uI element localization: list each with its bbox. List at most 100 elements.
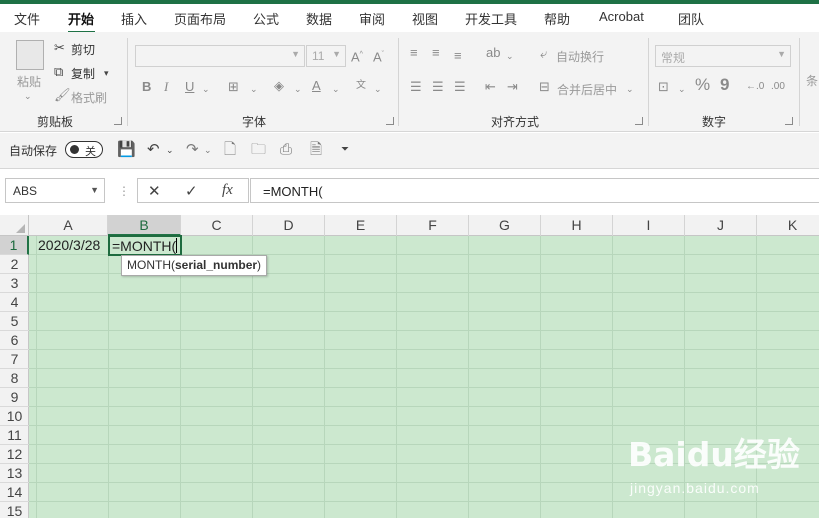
column-header-c[interactable]: C	[181, 215, 253, 236]
decrease-decimal-icon[interactable]: .00	[771, 80, 785, 94]
paste-chevron-icon[interactable]: ⌄	[24, 89, 32, 103]
name-box[interactable]: ABS ▼	[5, 178, 105, 203]
select-all-button[interactable]	[0, 215, 29, 236]
insert-function-button[interactable]: fx	[222, 182, 233, 199]
tab-formulas[interactable]: 公式	[253, 9, 279, 28]
tab-team[interactable]: 团队	[678, 9, 704, 28]
row-header-10[interactable]: 10	[0, 407, 29, 426]
undo-chevron-icon[interactable]: ⌄	[166, 142, 174, 158]
column-header-j[interactable]: J	[685, 215, 757, 236]
underline-chevron-icon[interactable]: ⌄	[202, 82, 210, 96]
percent-button[interactable]: %	[695, 76, 710, 93]
alignment-launcher-icon[interactable]	[635, 117, 643, 125]
currency-icon[interactable]: ⊡	[658, 80, 669, 94]
row-header-15[interactable]: 15	[0, 502, 29, 518]
cell-b1-active[interactable]: =MONTH(	[108, 235, 182, 256]
orientation-chevron-icon[interactable]: ⌄	[506, 49, 514, 63]
font-color-icon[interactable]: A	[312, 79, 321, 93]
decrease-indent-icon[interactable]: ⇤	[485, 80, 496, 94]
undo-icon[interactable]: ↶	[147, 142, 160, 158]
font-launcher-icon[interactable]	[386, 117, 394, 125]
row-header-2[interactable]: 2	[0, 255, 29, 274]
print-preview-icon[interactable]: ⎙	[280, 142, 292, 158]
enter-formula-button[interactable]: ✓	[185, 182, 198, 200]
column-header-h[interactable]: H	[541, 215, 613, 236]
tab-review[interactable]: 审阅	[359, 9, 385, 28]
row-header-4[interactable]: 4	[0, 293, 29, 312]
phonetic-chevron-icon[interactable]: ⌄	[374, 82, 382, 96]
row-header-9[interactable]: 9	[0, 388, 29, 407]
border-icon[interactable]: ⊞	[228, 80, 239, 94]
font-name-combo[interactable]: ▼	[135, 45, 305, 67]
tab-acrobat[interactable]: Acrobat	[599, 9, 644, 24]
decrease-font-icon[interactable]: Aˇ	[373, 48, 384, 64]
copy-chevron-icon[interactable]: ▾	[104, 66, 109, 80]
more-options-icon[interactable]: ⋮	[118, 183, 130, 199]
increase-font-icon[interactable]: A^	[351, 48, 363, 64]
cell-a1[interactable]: 2020/3/28	[38, 237, 100, 253]
align-left-icon[interactable]: ☰	[410, 80, 422, 94]
column-header-b[interactable]: B	[108, 215, 181, 236]
row-header-1[interactable]: 1	[0, 236, 29, 255]
column-header-a[interactable]: A	[29, 215, 108, 236]
tooltip-argument[interactable]: serial_number	[175, 258, 257, 272]
open-folder-icon[interactable]: 🗀	[251, 142, 266, 158]
format-painter-button[interactable]: 格式刷	[71, 89, 107, 106]
tab-file[interactable]: 文件	[14, 9, 40, 28]
align-middle-icon[interactable]: ≡	[432, 46, 440, 60]
align-bottom-icon[interactable]: ≡	[454, 49, 462, 63]
formula-input[interactable]: =MONTH(	[250, 178, 819, 203]
phonetic-icon[interactable]: 文	[356, 79, 366, 93]
column-header-i[interactable]: I	[613, 215, 685, 236]
paste-button[interactable]: 粘贴	[17, 73, 41, 90]
function-tooltip[interactable]: MONTH(serial_number)	[121, 255, 268, 276]
row-header-7[interactable]: 7	[0, 350, 29, 369]
customize-toolbar-icon[interactable]: ⏷	[341, 142, 349, 158]
clipboard-launcher-icon[interactable]	[114, 117, 122, 125]
tab-help[interactable]: 帮助	[544, 9, 570, 28]
save-icon[interactable]: 💾	[117, 142, 136, 158]
increase-indent-icon[interactable]: ⇥	[507, 80, 518, 94]
fill-chevron-icon[interactable]: ⌄	[294, 82, 302, 96]
row-header-11[interactable]: 11	[0, 426, 29, 445]
tab-view[interactable]: 视图	[412, 9, 438, 28]
tab-page-layout[interactable]: 页面布局	[174, 9, 226, 28]
autosave-toggle[interactable]: 关	[65, 141, 103, 158]
orientation-icon[interactable]: ab	[486, 46, 500, 60]
border-chevron-icon[interactable]: ⌄	[250, 82, 258, 96]
align-top-icon[interactable]: ≡	[410, 46, 418, 60]
number-launcher-icon[interactable]	[785, 117, 793, 125]
chevron-down-icon[interactable]: ▼	[90, 185, 99, 195]
number-format-combo[interactable]: 常规 ▼	[655, 45, 791, 67]
merge-chevron-icon[interactable]: ⌄	[626, 82, 634, 96]
row-header-5[interactable]: 5	[0, 312, 29, 331]
increase-decimal-icon[interactable]: ←.0	[746, 80, 764, 94]
new-file-icon[interactable]: 🗋	[224, 142, 236, 158]
tab-developer[interactable]: 开发工具	[465, 9, 517, 28]
row-header-14[interactable]: 14	[0, 483, 29, 502]
column-header-g[interactable]: G	[469, 215, 541, 236]
underline-button[interactable]: U	[185, 80, 194, 94]
bold-button[interactable]: B	[142, 80, 151, 94]
conditional-format-partial[interactable]: 条	[806, 72, 818, 89]
redo-chevron-icon[interactable]: ⌄	[204, 142, 212, 158]
copy-button[interactable]: 复制	[71, 65, 95, 82]
tab-home[interactable]: 开始	[68, 9, 94, 28]
align-right-icon[interactable]: ☰	[454, 80, 466, 94]
cut-button[interactable]: 剪切	[71, 41, 95, 58]
font-color-chevron-icon[interactable]: ⌄	[332, 82, 340, 96]
align-center-icon[interactable]: ☰	[432, 80, 444, 94]
comma-button[interactable]: 9	[720, 76, 729, 93]
row-header-3[interactable]: 3	[0, 274, 29, 293]
redo-icon[interactable]: ↷	[186, 142, 199, 158]
column-header-k[interactable]: K	[757, 215, 819, 236]
document-icon[interactable]: 🗎	[310, 142, 322, 158]
tab-insert[interactable]: 插入	[121, 9, 147, 28]
row-header-6[interactable]: 6	[0, 331, 29, 350]
merge-center-button[interactable]: 合并后居中	[557, 81, 617, 98]
column-header-e[interactable]: E	[325, 215, 397, 236]
column-header-f[interactable]: F	[397, 215, 469, 236]
row-header-8[interactable]: 8	[0, 369, 29, 388]
cancel-formula-button[interactable]: ✕	[148, 182, 161, 200]
column-header-d[interactable]: D	[253, 215, 325, 236]
